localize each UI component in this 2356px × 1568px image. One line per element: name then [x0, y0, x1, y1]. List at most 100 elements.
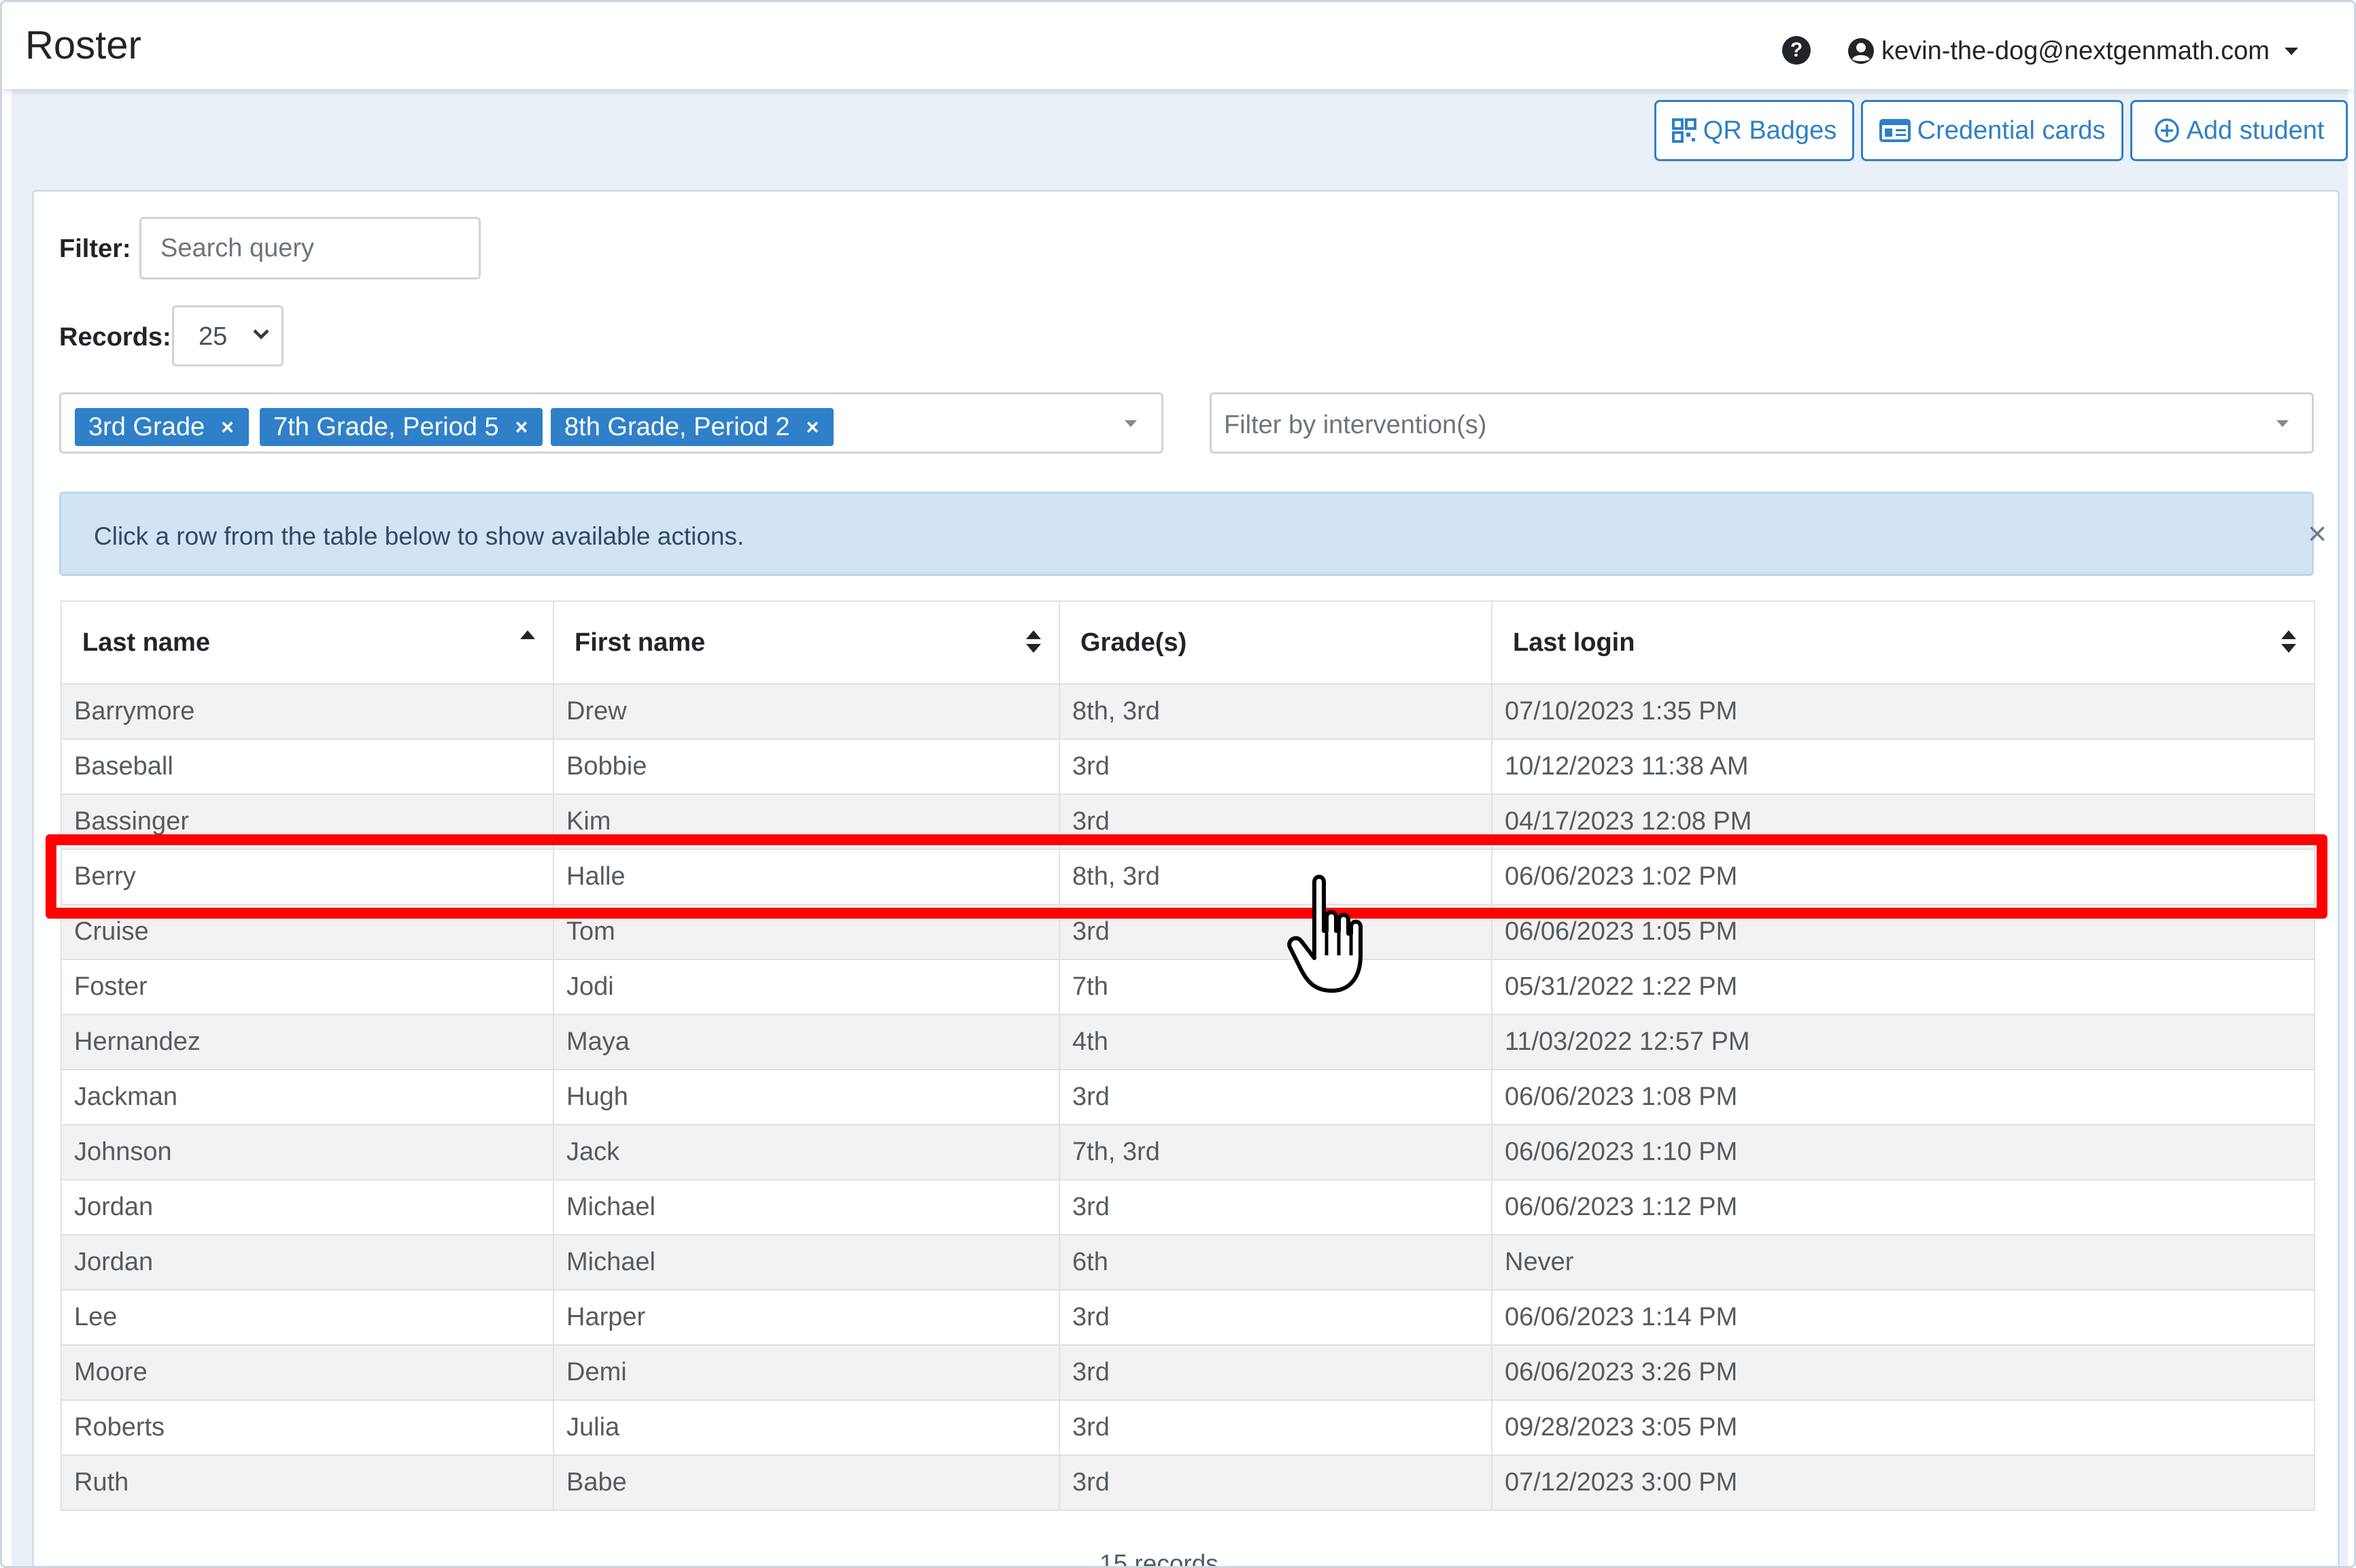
- table-row[interactable]: Johnson Jack 7th, 3rd 06/06/2023 1:10 PM: [61, 1124, 2315, 1180]
- cell-grades: 8th, 3rd: [1059, 683, 1492, 740]
- cell-first-name: Drew: [553, 683, 1060, 740]
- sort-icon: [2281, 630, 2296, 655]
- class-tag-label: 8th Grade, Period 2: [564, 412, 790, 441]
- table-row[interactable]: Moore Demi 3rd 06/06/2023 3:26 PM: [61, 1344, 2315, 1401]
- chevron-down-icon: [2284, 47, 2298, 55]
- search-input[interactable]: [139, 217, 481, 279]
- cell-first-name: Maya: [553, 1014, 1060, 1070]
- cell-last-login: 06/06/2023 3:26 PM: [1491, 1344, 2315, 1401]
- plus-circle-icon: [2154, 118, 2179, 143]
- add-student-button[interactable]: Add student: [2130, 100, 2348, 161]
- column-header-last-name[interactable]: Last name: [61, 600, 554, 685]
- cell-first-name: Tom: [553, 904, 1060, 960]
- class-tag-label: 3rd Grade: [88, 412, 205, 441]
- cell-last-name: Jordan: [61, 1179, 554, 1235]
- cell-last-login: 11/03/2022 12:57 PM: [1491, 1014, 2315, 1070]
- cell-first-name: Michael: [553, 1179, 1060, 1235]
- table-row[interactable]: Hernandez Maya 4th 11/03/2022 12:57 PM: [61, 1014, 2315, 1070]
- cell-last-login: Never: [1491, 1234, 2315, 1291]
- column-header-last-login[interactable]: Last login: [1491, 600, 2315, 685]
- qr-badges-label: QR Badges: [1703, 116, 1837, 145]
- cell-first-name: Michael: [553, 1234, 1060, 1291]
- intervention-filter-placeholder: Filter by intervention(s): [1224, 411, 1487, 439]
- table-row[interactable]: Jordan Michael 3rd 06/06/2023 1:12 PM: [61, 1179, 2315, 1235]
- cell-first-name: Jodi: [553, 959, 1060, 1015]
- table-row[interactable]: Jordan Michael 6th Never: [61, 1234, 2315, 1291]
- cell-last-login: 06/06/2023 1:12 PM: [1491, 1179, 2315, 1235]
- user-menu[interactable]: kevin-the-dog@nextgenmath.com: [1847, 32, 2298, 70]
- cell-last-name: Ruth: [61, 1454, 554, 1511]
- class-tag-label: 7th Grade, Period 5: [273, 412, 499, 441]
- table-row[interactable]: Ruth Babe 3rd 07/12/2023 3:00 PM: [61, 1454, 2315, 1511]
- filter-label: Filter:: [59, 235, 131, 263]
- records-label: Records:: [59, 323, 171, 352]
- table-row[interactable]: Foster Jodi 7th 05/31/2022 1:22 PM: [61, 959, 2315, 1015]
- cell-grades: 3rd: [1059, 794, 1492, 850]
- class-tag[interactable]: 8th Grade, Period 2 ×: [551, 408, 834, 446]
- help-icon[interactable]: ?: [1782, 36, 1811, 65]
- cell-last-login: 09/28/2023 3:05 PM: [1491, 1399, 2315, 1456]
- class-tag[interactable]: 7th Grade, Period 5 ×: [260, 408, 543, 446]
- column-header-first-name[interactable]: First name: [553, 600, 1060, 685]
- column-header-label: Grade(s): [1080, 628, 1187, 657]
- column-header-label: First name: [575, 628, 706, 657]
- table-row[interactable]: Barrymore Drew 8th, 3rd 07/10/2023 1:35 …: [61, 683, 2315, 740]
- cell-grades: 3rd: [1059, 1454, 1492, 1511]
- cell-last-login: 05/31/2022 1:22 PM: [1491, 959, 2315, 1015]
- sort-ascending-icon: [520, 630, 535, 655]
- cell-first-name: Babe: [553, 1454, 1060, 1511]
- table-row-selected[interactable]: Berry Halle 8th, 3rd 06/06/2023 1:02 PM: [61, 849, 2315, 905]
- table-row[interactable]: Cruise Tom 3rd 06/06/2023 1:05 PM: [61, 904, 2315, 960]
- cell-grades: 7th, 3rd: [1059, 1124, 1492, 1180]
- cell-last-name: Berry: [61, 849, 554, 905]
- close-icon[interactable]: ×: [2308, 518, 2327, 551]
- chevron-down-icon: [253, 329, 269, 340]
- table-row[interactable]: Jackman Hugh 3rd 06/06/2023 1:08 PM: [61, 1069, 2315, 1125]
- cell-grades: 7th: [1059, 959, 1492, 1015]
- record-count: 15 records: [1099, 1550, 1218, 1568]
- cell-last-login: 06/06/2023 1:08 PM: [1491, 1069, 2315, 1125]
- remove-tag-icon[interactable]: ×: [221, 415, 234, 440]
- class-tag[interactable]: 3rd Grade ×: [75, 408, 249, 446]
- column-header-label: Last login: [1513, 628, 1635, 657]
- cell-grades: 3rd: [1059, 1069, 1492, 1125]
- table-row[interactable]: Bassinger Kim 3rd 04/17/2023 12:08 PM: [61, 794, 2315, 850]
- cell-last-name: Moore: [61, 1344, 554, 1401]
- chevron-down-icon: [1125, 420, 1137, 427]
- qr-code-icon: [1671, 118, 1696, 143]
- table-row[interactable]: Baseball Bobbie 3rd 10/12/2023 11:38 AM: [61, 738, 2315, 795]
- class-filter-select[interactable]: 3rd Grade × 7th Grade, Period 5 × 8th Gr…: [59, 392, 1163, 454]
- user-circle-icon: [1848, 38, 1874, 64]
- hand-pointer-icon: [1287, 874, 1363, 993]
- cell-first-name: Demi: [553, 1344, 1060, 1401]
- cell-grades: 3rd: [1059, 1179, 1492, 1235]
- cell-last-name: Foster: [61, 959, 554, 1015]
- cell-last-name: Cruise: [61, 904, 554, 960]
- cell-first-name: Harper: [553, 1289, 1060, 1346]
- id-card-icon: [1879, 119, 1911, 142]
- cell-last-name: Jackman: [61, 1069, 554, 1125]
- cell-last-name: Bassinger: [61, 794, 554, 850]
- cell-first-name: Julia: [553, 1399, 1060, 1456]
- remove-tag-icon[interactable]: ×: [515, 415, 528, 440]
- info-alert: Click a row from the table below to show…: [59, 492, 2327, 576]
- intervention-filter-select[interactable]: Filter by intervention(s): [1210, 392, 2314, 454]
- cell-first-name: Hugh: [553, 1069, 1060, 1125]
- user-email: kevin-the-dog@nextgenmath.com: [1881, 36, 2270, 65]
- remove-tag-icon[interactable]: ×: [806, 415, 819, 440]
- cell-last-name: Hernandez: [61, 1014, 554, 1070]
- page-title: Roster: [25, 23, 141, 67]
- cell-grades: 3rd: [1059, 1399, 1492, 1456]
- table-row[interactable]: Lee Harper 3rd 06/06/2023 1:14 PM: [61, 1289, 2315, 1346]
- cell-grades: 6th: [1059, 1234, 1492, 1291]
- cell-first-name: Bobbie: [553, 738, 1060, 795]
- cell-last-name: Lee: [61, 1289, 554, 1346]
- credential-cards-button[interactable]: Credential cards: [1861, 100, 2123, 161]
- qr-badges-button[interactable]: QR Badges: [1654, 100, 1854, 161]
- cell-last-name: Johnson: [61, 1124, 554, 1180]
- cell-grades: 8th, 3rd: [1059, 849, 1492, 905]
- cell-last-login: 06/06/2023 1:10 PM: [1491, 1124, 2315, 1180]
- table-row[interactable]: Roberts Julia 3rd 09/28/2023 3:05 PM: [61, 1399, 2315, 1456]
- records-per-page-select[interactable]: 25: [172, 305, 284, 367]
- cell-grades: 3rd: [1059, 738, 1492, 795]
